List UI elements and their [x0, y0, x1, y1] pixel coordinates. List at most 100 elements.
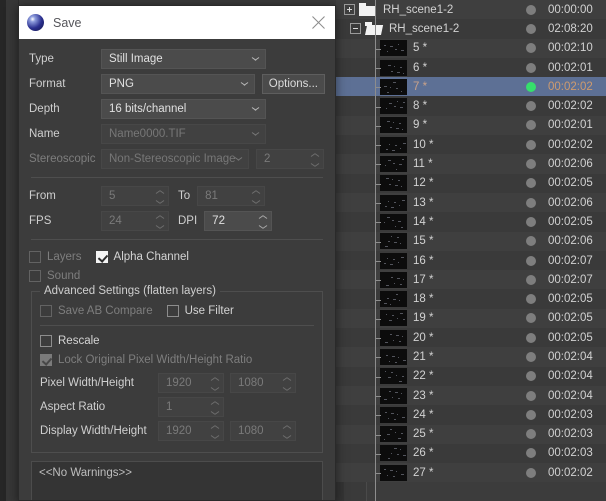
- lock-ratio-checkbox[interactable]: [40, 353, 52, 366]
- pixel-height-stepper[interactable]: 1080: [230, 373, 296, 393]
- frame-thumbnail[interactable]: [380, 271, 407, 288]
- advanced-settings-title: Advanced Settings (flatten layers): [40, 285, 220, 297]
- alpha-channel-checkbox[interactable]: [95, 250, 108, 263]
- app-window: RH_scene1-2 00:00:00 RH_scene1-2 02:08:20 5 …: [0, 0, 606, 501]
- render-status-dot[interactable]: [526, 448, 536, 459]
- render-status-dot[interactable]: [526, 43, 536, 54]
- render-status-dot[interactable]: [526, 236, 536, 247]
- expander-plus-icon[interactable]: [344, 4, 355, 16]
- render-status-dot[interactable]: [526, 120, 536, 131]
- depth-select[interactable]: 16 bits/channel: [101, 99, 266, 119]
- frame-thumbnail[interactable]: [380, 329, 407, 346]
- row-label: 5 *: [413, 42, 428, 55]
- divider: [40, 325, 314, 326]
- render-status-dot[interactable]: [526, 255, 536, 266]
- frame-thumbnail[interactable]: [380, 175, 407, 192]
- options-button[interactable]: Options...: [261, 74, 325, 94]
- render-status-dot[interactable]: [526, 178, 536, 189]
- tree-tick: [375, 435, 381, 436]
- frame-thumbnail[interactable]: [380, 156, 407, 173]
- warnings-box[interactable]: <<No Warnings>>: [31, 461, 323, 500]
- render-status-dot[interactable]: [526, 429, 536, 440]
- frame-thumbnail[interactable]: [380, 426, 407, 443]
- display-height-stepper[interactable]: 1080: [230, 421, 296, 441]
- frame-thumbnail[interactable]: [380, 291, 407, 308]
- table-row[interactable]: RH_scene1-2 02:08:20: [336, 19, 606, 39]
- frame-thumbnail[interactable]: [380, 98, 407, 115]
- render-status-dot[interactable]: [526, 390, 536, 401]
- render-status-dot[interactable]: [526, 81, 536, 92]
- save-ab-compare-label: Save AB Compare: [58, 304, 153, 317]
- render-status-dot[interactable]: [526, 409, 536, 420]
- render-status-dot[interactable]: [526, 101, 536, 112]
- name-select[interactable]: Name0000.TIF: [101, 124, 266, 144]
- layers-checkbox[interactable]: [29, 250, 41, 263]
- tree-tick: [375, 454, 381, 455]
- pixel-width-value: 1920: [166, 377, 192, 389]
- fps-stepper[interactable]: 24: [101, 211, 169, 231]
- render-status-dot[interactable]: [526, 4, 536, 15]
- sound-checkbox[interactable]: [29, 269, 41, 282]
- display-width-stepper[interactable]: 1920: [158, 421, 224, 441]
- close-icon[interactable]: [310, 14, 327, 31]
- frame-thumbnail[interactable]: [380, 40, 407, 57]
- render-status-dot[interactable]: [526, 197, 536, 208]
- render-status-dot[interactable]: [526, 274, 536, 285]
- format-select[interactable]: PNG: [101, 74, 255, 94]
- from-stepper[interactable]: 5: [101, 186, 169, 206]
- render-status-dot[interactable]: [526, 139, 536, 150]
- row-label: 10 *: [413, 138, 434, 151]
- stereoscopic-value: Non-Stereoscopic Image: [109, 153, 236, 165]
- to-stepper[interactable]: 81: [197, 186, 266, 206]
- save-ab-compare-checkbox[interactable]: [40, 304, 52, 317]
- frame-thumbnail[interactable]: [380, 464, 407, 481]
- timeline-row-list[interactable]: RH_scene1-2 00:00:00 RH_scene1-2 02:08:20 5 …: [336, 0, 606, 501]
- render-status-dot[interactable]: [526, 159, 536, 170]
- stereoscopic-select[interactable]: Non-Stereoscopic Image: [101, 149, 249, 169]
- frame-thumbnail[interactable]: [380, 310, 407, 327]
- chevron-down-icon: [252, 57, 259, 61]
- render-status-dot[interactable]: [526, 467, 536, 478]
- stepper-arrows-icon: [252, 191, 260, 203]
- aspect-ratio-stepper[interactable]: 1: [158, 397, 224, 417]
- tree-tick: [375, 107, 381, 108]
- render-status-dot[interactable]: [526, 313, 536, 324]
- frame-thumbnail[interactable]: [380, 194, 407, 211]
- stereoscopic-row: Stereoscopic Non-Stereoscopic Image 2: [29, 148, 325, 170]
- frame-thumbnail[interactable]: [380, 117, 407, 134]
- rescale-checkbox[interactable]: [40, 334, 52, 347]
- pixel-width-stepper[interactable]: 1920: [158, 373, 224, 393]
- timeline-panel[interactable]: RH_scene1-2 00:00:00 RH_scene1-2 02:08:20 5 …: [336, 0, 606, 501]
- dpi-value: 72: [212, 215, 225, 227]
- frame-thumbnail[interactable]: [380, 213, 407, 230]
- render-status-dot[interactable]: [526, 216, 536, 227]
- render-status-dot[interactable]: [526, 351, 536, 362]
- frame-thumbnail[interactable]: [380, 233, 407, 250]
- stereoscopic-number-value: 2: [264, 153, 271, 165]
- display-width-value: 1920: [166, 425, 192, 437]
- stereoscopic-number-stepper[interactable]: 2: [256, 149, 324, 169]
- stepper-arrows-icon: [156, 216, 164, 228]
- render-status-dot[interactable]: [526, 62, 536, 73]
- frame-thumbnail[interactable]: [380, 59, 407, 76]
- tree-tick: [375, 164, 381, 165]
- save-dialog[interactable]: Save Type Still Image Format PNG Options…: [18, 5, 336, 501]
- frame-thumbnail[interactable]: [380, 406, 407, 423]
- use-filter-checkbox[interactable]: [166, 304, 179, 317]
- render-status-dot[interactable]: [526, 294, 536, 305]
- frame-thumbnail[interactable]: [380, 387, 407, 404]
- frame-thumbnail[interactable]: [380, 348, 407, 365]
- frame-thumbnail[interactable]: [380, 368, 407, 385]
- frame-thumbnail[interactable]: [380, 445, 407, 462]
- expander-minus-icon[interactable]: [350, 23, 361, 35]
- type-select[interactable]: Still Image: [101, 49, 266, 69]
- frame-thumbnail[interactable]: [380, 78, 407, 95]
- frame-thumbnail[interactable]: [380, 252, 407, 269]
- render-status-dot[interactable]: [526, 371, 536, 382]
- table-row[interactable]: RH_scene1-2 00:00:00: [336, 0, 606, 20]
- render-status-dot[interactable]: [526, 23, 536, 34]
- row-label: 15 *: [413, 235, 434, 248]
- frame-thumbnail[interactable]: [380, 136, 407, 153]
- dpi-stepper[interactable]: 72: [204, 211, 273, 231]
- render-status-dot[interactable]: [526, 332, 536, 343]
